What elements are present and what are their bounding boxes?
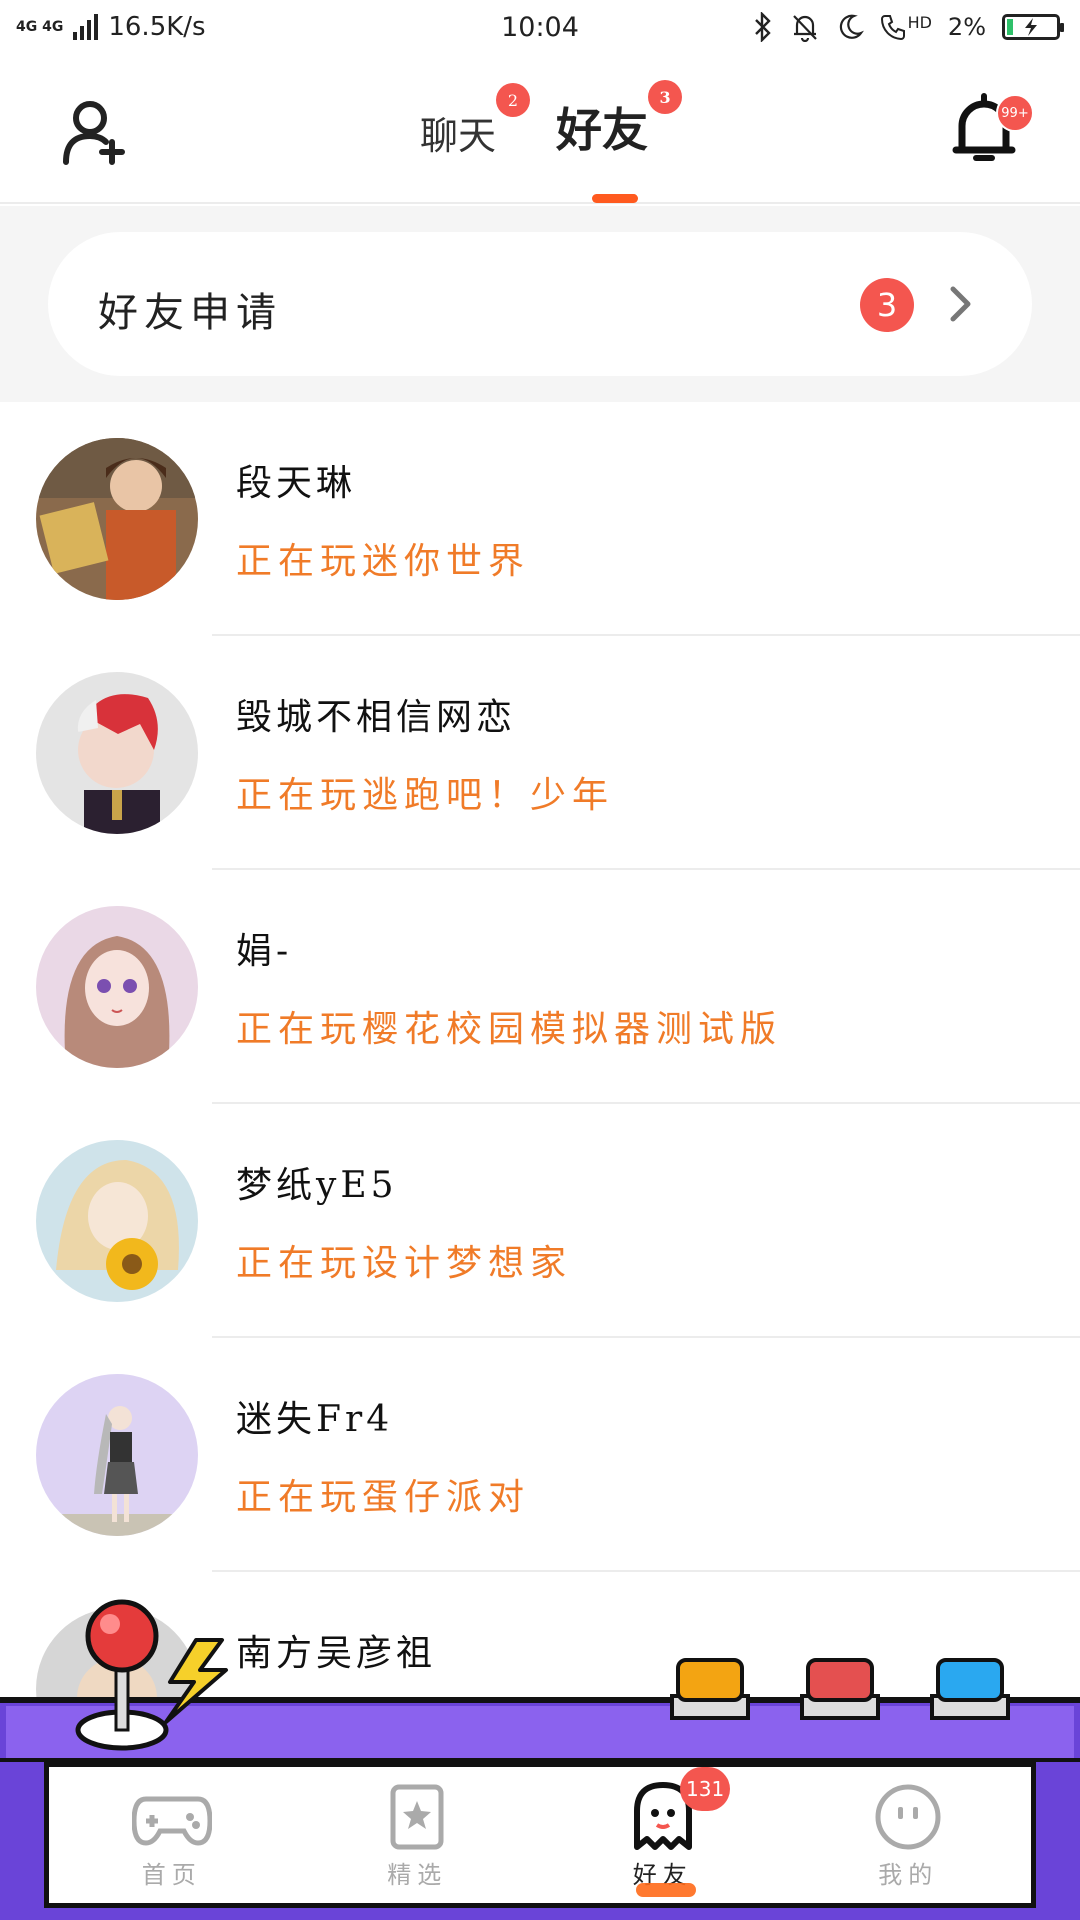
- mute-bell-icon: [792, 15, 817, 42]
- status-bar: 4G 4G 16.5K/s 10:04 HD 2%: [0, 0, 1080, 54]
- friend-name: 毁城不相信网恋: [236, 697, 517, 738]
- phone-icon: [880, 15, 905, 41]
- friend-name: 段天琳: [236, 463, 357, 504]
- nav-me[interactable]: 我的: [786, 1767, 1032, 1903]
- active-tab-indicator: [592, 194, 638, 203]
- arcade-button-blue: [930, 1658, 1010, 1720]
- friend-status: 正在玩蛋仔派对: [236, 1477, 531, 1518]
- friend-request-count: 3: [860, 278, 914, 332]
- friend-avatar: [36, 672, 198, 834]
- friend-avatar: [36, 1374, 198, 1536]
- chevron-right-icon: [950, 286, 971, 322]
- friend-request-label: 好友申请: [98, 290, 282, 336]
- friend-item[interactable]: 迷失Fr4 正在玩蛋仔派对: [0, 1338, 1080, 1572]
- add-friend-icon[interactable]: [60, 96, 130, 166]
- friend-avatar: [36, 906, 198, 1068]
- friend-item[interactable]: 娟- 正在玩樱花校园模拟器测试版: [0, 870, 1080, 1104]
- hd-call-indicator: HD: [880, 13, 932, 41]
- arcade-button-yellow: [670, 1658, 750, 1720]
- status-left: 4G 4G 16.5K/s: [16, 12, 376, 42]
- friends-nav-badge: 131: [680, 1767, 731, 1811]
- nav-me-label: 我的: [878, 1861, 939, 1889]
- network-type: 4G 4G: [16, 19, 64, 35]
- gamepad-icon: [131, 1796, 212, 1846]
- friend-item[interactable]: 毁城不相信网恋 正在玩逃跑吧！少年: [0, 636, 1080, 870]
- hd-label: HD: [907, 13, 932, 32]
- face-icon: [875, 1784, 941, 1850]
- friend-request-section: 好友申请 3: [0, 206, 1080, 402]
- friend-status: 正在玩樱花校园模拟器测试版: [236, 1009, 783, 1050]
- friend-item[interactable]: 梦纸yE5 正在玩设计梦想家: [0, 1104, 1080, 1338]
- network-speed: 16.5K/s: [108, 12, 206, 42]
- friend-status: 正在玩逃跑吧！少年: [236, 775, 615, 816]
- chat-badge: 2: [496, 83, 531, 117]
- battery-icon: [1002, 14, 1064, 40]
- header-tabs: 聊天 2 好友 3: [420, 80, 683, 160]
- moon-icon: [839, 14, 864, 39]
- tab-friends[interactable]: 好友 3: [556, 80, 683, 160]
- friend-avatar: [36, 1140, 198, 1302]
- friend-status: 正在玩迷你世界: [236, 541, 531, 582]
- bluetooth-icon: [754, 12, 771, 42]
- friend-name: 梦纸yE5: [236, 1165, 398, 1206]
- nav-home[interactable]: 首页: [49, 1767, 295, 1903]
- tab-chat-label: 聊天: [420, 114, 497, 158]
- nav-featured-label: 精选: [387, 1861, 448, 1889]
- friend-status: 正在玩设计梦想家: [236, 1243, 573, 1284]
- nav-featured[interactable]: 精选: [295, 1767, 541, 1903]
- battery-percent: 2%: [947, 13, 986, 41]
- notification-badge: 99+: [996, 94, 1034, 132]
- star-icon: [390, 1784, 444, 1850]
- friend-item[interactable]: 段天琳 正在玩迷你世界: [0, 402, 1080, 636]
- tab-friends-label: 好友: [556, 103, 649, 157]
- status-right: HD 2%: [752, 12, 1064, 42]
- friend-name: 迷失Fr4: [236, 1399, 394, 1440]
- top-header: 聊天 2 好友 3 99+: [0, 54, 1080, 204]
- tab-chat[interactable]: 聊天 2: [420, 83, 531, 160]
- signal-icon: [73, 14, 99, 40]
- friend-avatar: [36, 438, 198, 600]
- friend-request-row[interactable]: 好友申请 3: [48, 232, 1032, 376]
- nav-home-label: 首页: [141, 1861, 202, 1889]
- arcade-button-red: [800, 1658, 880, 1720]
- bottom-nav: 首页 精选 131 好友 我的: [44, 1762, 1036, 1908]
- friend-name: 娟-: [236, 931, 293, 972]
- active-nav-indicator: [636, 1883, 696, 1897]
- nav-friends[interactable]: 131 好友: [540, 1767, 786, 1903]
- friends-badge: 3: [648, 80, 683, 114]
